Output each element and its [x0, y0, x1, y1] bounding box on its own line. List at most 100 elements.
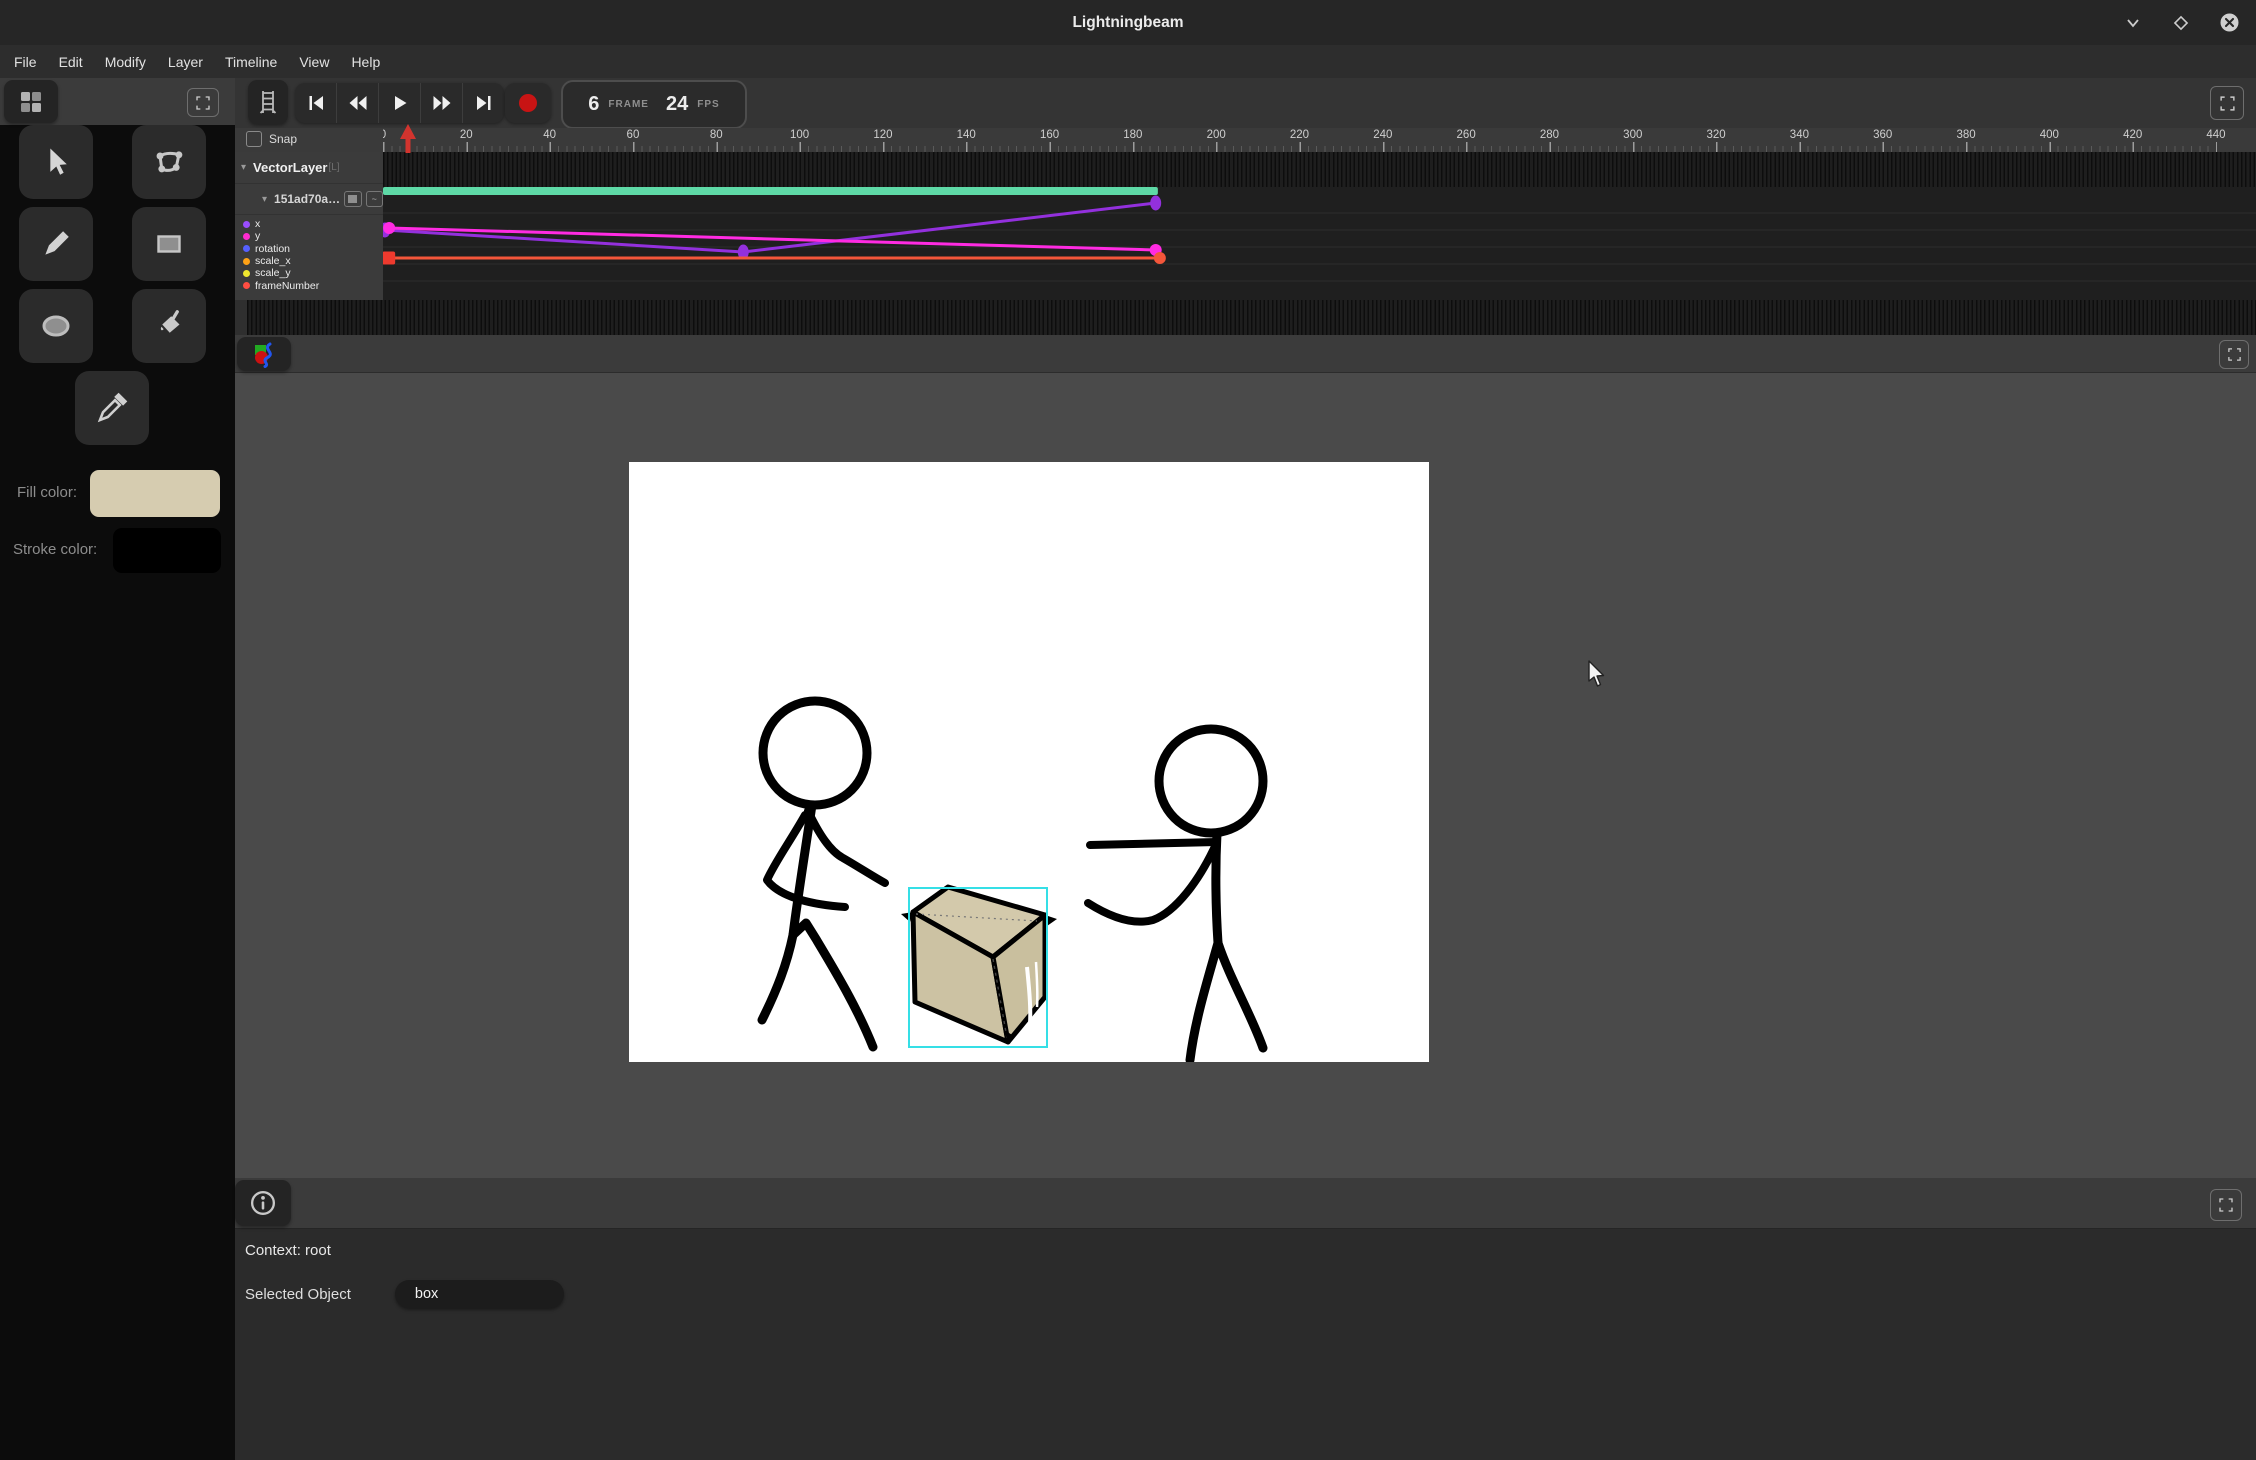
ruler-track[interactable]: 0204060801001201401601802002202402602803…	[383, 128, 2256, 152]
property-row-scale_x[interactable]: scale_x	[235, 255, 383, 267]
ruler-label-60: 60	[627, 129, 640, 141]
ruler-label-440: 440	[2206, 129, 2225, 141]
ruler-label-240: 240	[1373, 129, 1392, 141]
ruler-label-320: 320	[1706, 129, 1725, 141]
property-name: y	[255, 230, 260, 242]
ruler-label-120: 120	[873, 129, 892, 141]
property-color-dot	[243, 270, 250, 277]
timeline-expand-button[interactable]	[2210, 86, 2244, 120]
tool-node-edit-button[interactable]	[132, 125, 206, 199]
menu-layer[interactable]: Layer	[157, 54, 214, 70]
property-color-dot	[243, 245, 250, 252]
menu-edit[interactable]: Edit	[48, 54, 94, 70]
menu-timeline[interactable]: Timeline	[214, 54, 288, 70]
mouse-cursor	[1587, 660, 1607, 688]
inspector-expand-button[interactable]	[2210, 1189, 2242, 1221]
tool-eyedropper-button[interactable]	[75, 371, 149, 445]
timeline-panel-tab[interactable]	[248, 80, 288, 124]
close-icon[interactable]	[2218, 12, 2240, 34]
sublayer-visibility-button[interactable]	[344, 191, 361, 207]
property-name: x	[255, 218, 260, 230]
canvas-panel	[235, 335, 2256, 1178]
canvas-expand-button[interactable]	[2219, 340, 2249, 369]
property-name: rotation	[255, 243, 290, 255]
layer-row-sublayer[interactable]: ▾ 151ad70a… ~	[235, 184, 383, 215]
box-sprite[interactable]	[901, 887, 1057, 1042]
stick-figure-left	[762, 701, 885, 1047]
ruler-label-360: 360	[1873, 129, 1892, 141]
fill-color-swatch[interactable]	[90, 470, 220, 517]
tools-panel-expand-button[interactable]	[187, 88, 219, 117]
maximize-icon[interactable]	[2170, 12, 2192, 34]
tools-panel-header	[0, 78, 235, 125]
stroke-color-label: Stroke color:	[13, 541, 97, 558]
sublayer-name[interactable]: 151ad70a…	[274, 192, 340, 206]
sublayer-curve-toggle-button[interactable]: ~	[366, 191, 383, 207]
property-list: xyrotationscale_xscale_yframeNumber	[235, 215, 383, 292]
selected-object-field[interactable]: box	[395, 1280, 564, 1308]
ruler-label-200: 200	[1207, 129, 1226, 141]
stroke-color-swatch[interactable]	[113, 528, 221, 573]
expand-icon	[195, 95, 211, 111]
ruler-label-300: 300	[1623, 129, 1642, 141]
film-strip-icon	[257, 89, 279, 115]
canvas-panel-tab[interactable]	[237, 337, 291, 371]
tool-ellipse-button[interactable]	[19, 289, 93, 363]
tools-panel-tab[interactable]	[4, 80, 58, 123]
inspector-panel-tab[interactable]	[235, 1180, 291, 1226]
grid-icon	[18, 89, 44, 115]
frame-value: 6	[588, 93, 599, 116]
fast-forward-button[interactable]	[421, 83, 463, 123]
info-icon	[249, 1189, 277, 1217]
timeline-frame-columns-bottom[interactable]	[247, 300, 2256, 335]
ruler-label-380: 380	[1956, 129, 1975, 141]
tool-select-button[interactable]	[19, 125, 93, 199]
canvas-panel-header	[235, 335, 2256, 373]
rewind-button[interactable]	[337, 83, 379, 123]
animation-curves[interactable]	[383, 183, 2256, 300]
fill-color-label: Fill color:	[17, 484, 77, 501]
menu-help[interactable]: Help	[340, 54, 391, 70]
menu-modify[interactable]: Modify	[94, 54, 157, 70]
tool-pencil-button[interactable]	[19, 207, 93, 281]
layer-row-vectorlayer[interactable]: ▾ VectorLayer [L]	[235, 152, 383, 184]
ruler-label-0: 0	[383, 129, 386, 141]
ruler-label-260: 260	[1457, 129, 1476, 141]
collapse-triangle-icon[interactable]: ▾	[241, 162, 246, 173]
snap-toggle[interactable]: Snap	[246, 131, 297, 147]
record-button[interactable]	[505, 83, 551, 123]
frame-unit-label: FRAME	[608, 99, 649, 110]
drawing-canvas[interactable]	[629, 462, 1429, 1062]
ruler-label-420: 420	[2123, 129, 2142, 141]
property-name: scale_y	[255, 267, 291, 279]
timeline-frame-columns[interactable]	[383, 152, 2256, 187]
menu-view[interactable]: View	[288, 54, 340, 70]
skip-to-start-button[interactable]	[295, 83, 337, 123]
playhead[interactable]	[400, 124, 416, 153]
collapse-triangle-icon[interactable]: ▾	[262, 194, 267, 205]
skip-to-end-button[interactable]	[463, 83, 504, 123]
selected-object-row: Selected Object box	[245, 1280, 564, 1308]
property-color-dot	[243, 282, 250, 289]
property-row-scale_y[interactable]: scale_y	[235, 267, 383, 279]
property-row-rotation[interactable]: rotation	[235, 243, 383, 255]
property-row-x[interactable]: x	[235, 218, 383, 230]
tools-sidebar: Fill color: Stroke color:	[0, 78, 235, 1460]
tool-paint-bucket-button[interactable]	[132, 289, 206, 363]
property-name: scale_x	[255, 255, 291, 267]
property-row-y[interactable]: y	[235, 230, 383, 242]
timeline-ruler[interactable]: Snap 02040608010012014016018020022024026…	[235, 128, 2256, 153]
layer-name[interactable]: VectorLayer	[253, 160, 327, 175]
snap-checkbox[interactable]	[246, 131, 262, 147]
minimize-icon[interactable]	[2122, 12, 2144, 34]
property-row-frameNumber[interactable]: frameNumber	[235, 279, 383, 291]
menu-file[interactable]: File	[3, 54, 48, 70]
tool-rectangle-button[interactable]	[132, 207, 206, 281]
rectangle-icon	[151, 226, 187, 262]
expand-icon	[2218, 1197, 2234, 1213]
fps-unit-label: FPS	[697, 99, 719, 110]
filled-square-icon	[348, 195, 357, 203]
context-text: Context: root	[245, 1242, 331, 1259]
ruler-label-400: 400	[2040, 129, 2059, 141]
play-button[interactable]	[379, 83, 421, 123]
